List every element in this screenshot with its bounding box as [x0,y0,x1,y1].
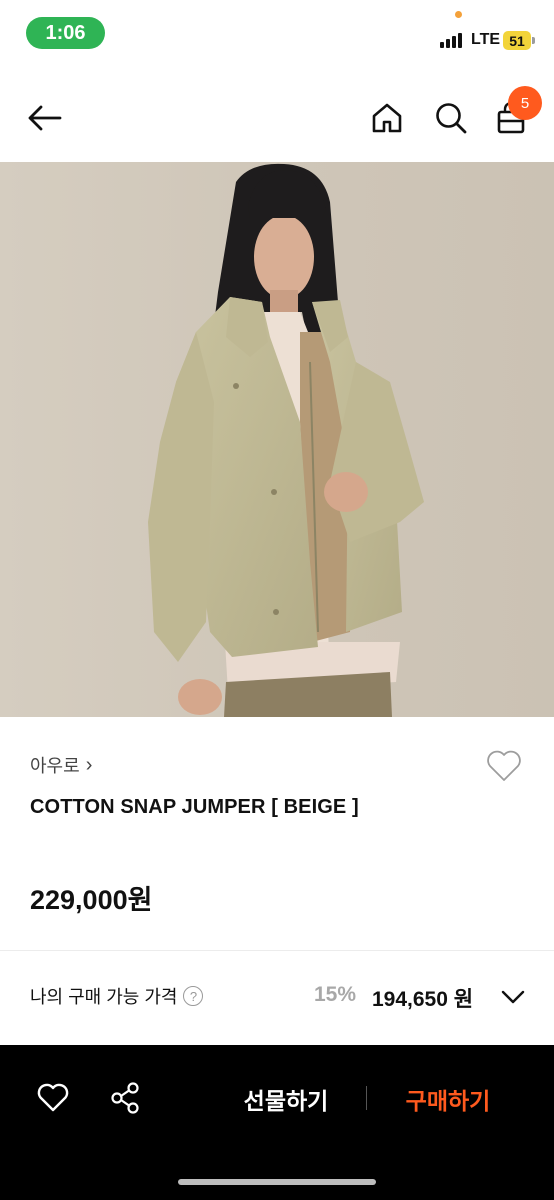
cart-count-badge: 5 [508,86,542,120]
buy-button[interactable]: 구매하기 [390,1079,506,1119]
help-icon[interactable]: ? [183,986,204,1006]
share-button[interactable] [104,1077,146,1119]
product-photo [0,162,554,717]
home-indicator[interactable] [178,1179,376,1185]
arrow-left-icon [28,105,62,131]
signal-strength-icon [440,32,462,48]
heart-outline-icon [487,750,521,781]
button-separator [366,1086,367,1110]
my-price-label-text: 나의 구매 가능 가격 [30,987,178,1007]
chevron-right-icon: › [85,753,93,776]
wishlist-button[interactable] [482,746,526,786]
bottom-action-bar: 선물하기 구매하기 [0,1045,554,1200]
network-type: LTE [471,31,501,48]
product-image[interactable] [0,162,554,717]
bottom-wishlist-button[interactable] [32,1077,74,1119]
share-icon [111,1082,139,1114]
product-price: 229,000원 [30,885,153,915]
battery-tip [532,37,535,44]
section-divider [0,950,554,951]
home-button[interactable] [364,96,410,140]
top-navigation [0,80,554,162]
my-discounted-price: 194,650 원 [372,988,474,1011]
gift-button[interactable]: 선물하기 [226,1079,346,1119]
brand-link[interactable]: 아우로 › [30,752,92,778]
search-button[interactable] [428,96,474,140]
status-bar: 1:06 LTE 51 [0,0,554,70]
my-price-label: 나의 구매 가능 가격 ? [30,983,204,1009]
back-button[interactable] [20,98,68,138]
price-expand-button[interactable] [498,984,528,1010]
search-icon [436,103,467,134]
home-icon [372,103,402,133]
battery-level: 51 [509,32,525,49]
battery-icon: 51 [503,31,531,50]
status-time: 1:06 [26,17,105,49]
heart-outline-icon [37,1083,69,1112]
product-title: COTTON SNAP JUMPER [ BEIGE ] [30,796,359,818]
privacy-indicator-dot [455,11,462,18]
chevron-down-icon [501,990,525,1004]
discount-rate: 15% [314,983,357,1006]
brand-name: 아우로 [30,756,80,776]
